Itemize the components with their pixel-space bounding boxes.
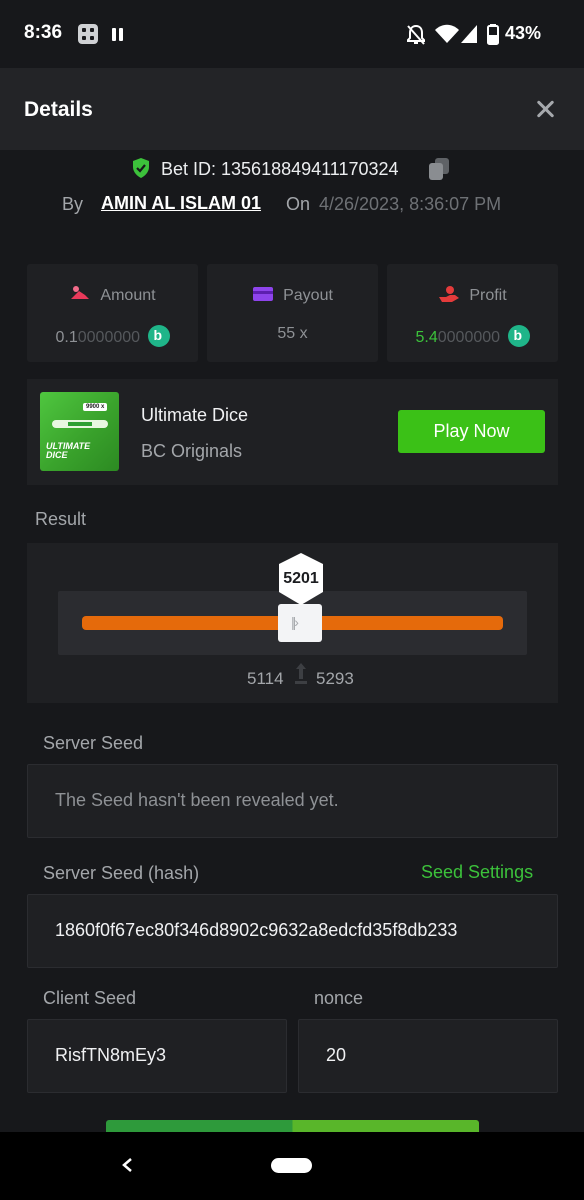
bettor-username-link[interactable]: AMIN AL ISLAM 01 [101,193,261,214]
game-name: Ultimate Dice [141,405,249,425]
amount-value: 0.1 [55,329,78,346]
mute-notifications-icon [407,24,425,45]
server-seed-hash-field[interactable]: 1860f0f67ec80f346d8902c9632a8edcfd35f8db… [27,894,558,968]
home-pill[interactable] [271,1158,312,1173]
nonce-label: nonce [314,988,364,1008]
client-seed-field[interactable]: RisfTN8mEy3 [27,1019,287,1093]
payout-value: 55 x [277,325,308,342]
bet-datetime: 4/26/2023, 8:36:07 PM [319,194,502,214]
game-provider: BC Originals [141,441,243,461]
seed-settings-link[interactable]: Seed Settings [421,862,533,883]
details-header: Details [0,68,584,150]
cell-signal-icon [461,25,477,43]
thumb-title: ULTIMATE DICE [46,441,91,460]
server-seed-hash-value: 1860f0f67ec80f346d8902c9632a8edcfd35f8db… [55,920,458,940]
server-seed-field[interactable]: The Seed hasn't been revealed yet. [27,764,558,838]
amount-value-decimals: 0000000 [77,329,141,346]
profit-hand-icon [439,286,460,302]
thumb-multiplier: 9900 x [83,403,108,411]
status-bar: 8:36 43% [0,0,584,68]
profit-value: 5.4 [415,329,438,346]
copy-icon[interactable] [429,158,451,180]
card-icon [253,287,274,301]
battery-icon [487,24,499,45]
status-time: 8:36 [24,22,63,43]
wifi-icon [435,24,459,43]
ultimate-dice-thumbnail[interactable]: 9900 x ULTIMATE DICE [40,392,119,471]
play-now-button[interactable]: Play Now [398,410,545,453]
amount-label: Amount [100,287,156,304]
result-label: Result [35,509,87,529]
page-title: Details [24,98,93,121]
pause-icon [112,28,124,41]
amount-card: Amount 0.10000000 [27,264,198,362]
battery-percent: 43% [505,23,542,43]
range-arrow-icon [295,663,307,684]
verified-shield-icon [133,158,149,178]
bet-id: Bet ID: 135618849411170324 [161,159,399,179]
app-notification-icon [78,24,98,44]
result-value: 5201 [283,570,319,587]
on-label: On [286,194,311,214]
range-high: 5293 [316,669,354,688]
back-icon[interactable] [121,1158,133,1172]
close-icon[interactable] [532,96,558,122]
client-seed-label: Client Seed [43,988,137,1008]
server-seed-value: The Seed hasn't been revealed yet. [55,790,339,810]
game-card: 9900 x ULTIMATE DICE Ultimate Dice BC Ori… [27,379,558,485]
client-seed-value: RisfTN8mEy3 [55,1045,167,1065]
profit-value-decimals: 0000000 [437,329,501,346]
payout-label: Payout [283,287,333,304]
profit-label: Profit [469,287,507,304]
slider-thumb: ||› [278,604,322,642]
nonce-value: 20 [326,1045,347,1065]
server-seed-label: Server Seed [43,733,144,753]
result-panel: ||› 5201 5114 5293 [27,543,558,703]
by-label: By [62,194,84,214]
thumb-slider-graphic [52,420,108,428]
amount-icon [71,286,90,299]
profit-card: Profit 5.40000000 [387,264,558,362]
bcd-coin-icon [507,325,530,347]
bcd-coin-icon [147,325,170,347]
slider-grip-icon: ||› [291,614,299,630]
server-seed-hash-label: Server Seed (hash) [43,863,200,883]
nonce-field[interactable]: 20 [298,1019,558,1093]
payout-card: Payout 55 x [207,264,378,362]
range-low: 5114 [247,669,284,688]
